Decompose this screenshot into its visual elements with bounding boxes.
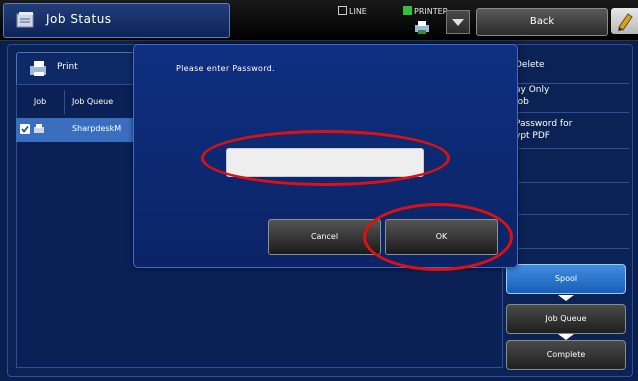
side-action-empty-3[interactable]	[515, 218, 629, 249]
printer-icon	[415, 21, 429, 34]
side-action-empty-1[interactable]	[515, 160, 629, 183]
display-only-job-action[interactable]: ay Only Job	[515, 84, 629, 113]
password-line1: Password for	[515, 119, 573, 129]
job-queue-status-button[interactable]: Job Queue	[506, 304, 626, 334]
side-action-empty-2[interactable]	[515, 186, 629, 215]
password-line2: ypt PDF	[515, 131, 550, 141]
job-status-title-tab: Job Status	[3, 3, 230, 38]
printer-mode-indicator: PRINTER	[403, 6, 448, 16]
pen-icon	[618, 13, 633, 31]
line-checkbox-icon	[338, 6, 347, 15]
column-header-job-queue[interactable]: Job Queue	[64, 90, 143, 114]
display-only-line2: Job	[515, 97, 529, 107]
password-input[interactable]	[226, 148, 424, 177]
checkbox-checked-icon[interactable]	[20, 124, 30, 134]
cancel-button[interactable]: Cancel	[268, 219, 381, 255]
edit-pen-button[interactable]	[611, 8, 638, 34]
encrypted-pdf-password-action[interactable]: Password for ypt PDF	[515, 118, 629, 149]
delete-label: Delete	[515, 60, 545, 70]
printer-mode-label: PRINTER	[414, 7, 449, 16]
display-only-line1: ay Only	[515, 85, 550, 95]
complete-status-button[interactable]: Complete	[506, 340, 626, 370]
column-header-job[interactable]: Job	[16, 90, 65, 114]
mode-dropdown-button[interactable]	[446, 10, 470, 34]
page-title: Job Status	[46, 12, 112, 26]
print-job-icon	[30, 61, 46, 76]
tab-print[interactable]: Print	[16, 52, 138, 85]
delete-action[interactable]: Delete	[515, 56, 629, 84]
arrow-down-icon	[558, 295, 574, 301]
back-button[interactable]: Back	[476, 8, 608, 36]
print-job-row-icon	[34, 124, 44, 133]
ok-button[interactable]: OK	[385, 219, 498, 255]
spool-status-button[interactable]: Spool	[506, 264, 626, 294]
password-prompt: Please enter Password.	[176, 64, 275, 73]
top-bar: Job Status LINE PRINTER Back	[0, 0, 638, 41]
line-mode-label: LINE	[349, 7, 367, 16]
job-status-icon	[16, 12, 34, 28]
job-name-cell: SharpdeskM	[72, 124, 122, 133]
tab-print-label: Print	[57, 62, 78, 72]
printer-checkbox-icon	[403, 6, 412, 15]
line-mode-indicator: LINE	[338, 6, 367, 16]
